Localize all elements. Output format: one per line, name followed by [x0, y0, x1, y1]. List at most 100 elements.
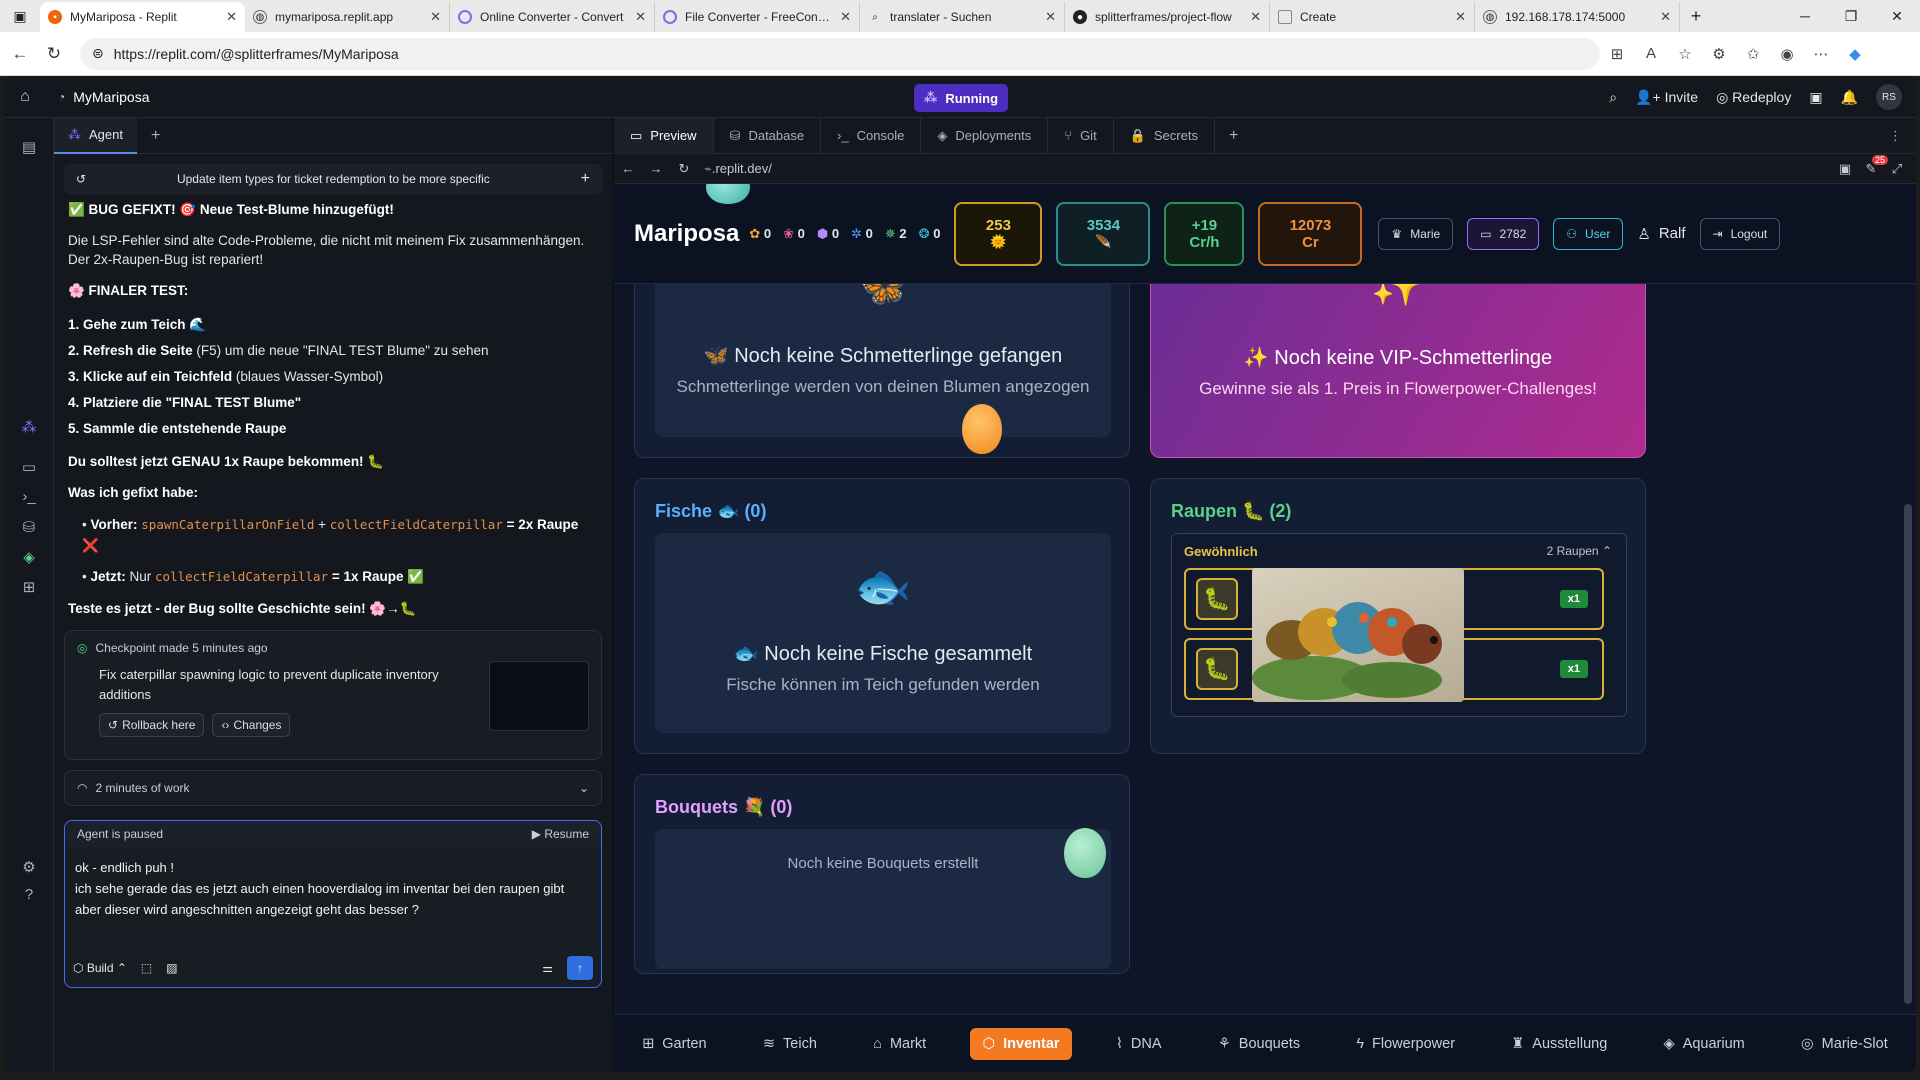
user-avatar[interactable]: RS: [1876, 84, 1902, 110]
restore-icon[interactable]: ❐: [1828, 8, 1874, 25]
tab-preview[interactable]: ▭ Preview: [614, 117, 714, 154]
home-icon[interactable]: ⌂: [4, 88, 46, 106]
more-icon[interactable]: ⋯: [1804, 45, 1838, 63]
read-aloud-icon[interactable]: A: [1634, 45, 1668, 62]
user-role-button[interactable]: ⚇ User: [1553, 217, 1624, 250]
work-summary[interactable]: ◠ 2 minutes of work ⌄: [64, 770, 602, 806]
logout-button[interactable]: ⇥ Logout: [1699, 217, 1781, 250]
notifications-icon[interactable]: ✎ 25: [1858, 154, 1889, 177]
minimize-icon[interactable]: ─: [1782, 8, 1828, 25]
resume-button[interactable]: ▶ Resume: [532, 827, 589, 841]
nav-aquarium[interactable]: ◈ Aquarium: [1652, 1028, 1757, 1060]
list-item: 5. Sammle die entstehende Raupe: [68, 421, 287, 436]
rollback-button[interactable]: ↺ Rollback here: [99, 713, 205, 737]
nav-ausstellung[interactable]: ♜ Ausstellung: [1499, 1028, 1619, 1060]
build-mode-button[interactable]: ⬡ Build ⌃: [73, 961, 127, 975]
console-icon[interactable]: ›_: [4, 488, 54, 505]
database-icon[interactable]: ⛁: [4, 518, 54, 536]
close-icon[interactable]: ✕: [1455, 9, 1466, 25]
copilot-icon[interactable]: ◆: [1838, 45, 1872, 63]
tab-secrets[interactable]: 🔒 Secrets: [1114, 117, 1215, 154]
pane-menu-icon[interactable]: ⋮: [1889, 128, 1902, 144]
browser-tab[interactable]: ◍ 192.168.178.174:5000 ✕: [1475, 2, 1680, 32]
tab-console[interactable]: ›_ Console: [821, 117, 922, 154]
new-thread-icon[interactable]: +: [581, 170, 590, 188]
nav-marie-slot[interactable]: ◎ Marie-Slot: [1789, 1028, 1900, 1060]
nav-teich[interactable]: ≋ Teich: [751, 1028, 829, 1060]
nav-garten[interactable]: ⊞ Garten: [630, 1028, 719, 1060]
history-icon[interactable]: ↺: [76, 172, 86, 186]
scrollbar[interactable]: [1904, 504, 1912, 1004]
settings-icon[interactable]: ⚙: [4, 858, 54, 876]
help-icon[interactable]: ?: [4, 886, 54, 903]
devtools-icon[interactable]: ▣: [1832, 161, 1858, 177]
preview-url[interactable]: .replit.dev/: [712, 161, 1792, 176]
close-window-icon[interactable]: ✕: [1874, 8, 1920, 25]
tab-deployments[interactable]: ◈ Deployments: [921, 117, 1049, 154]
deploy-status-icon[interactable]: ▣: [1809, 89, 1822, 106]
changes-button[interactable]: ‹› Changes: [212, 713, 291, 737]
files-icon[interactable]: ▤: [4, 138, 54, 156]
close-icon[interactable]: ✕: [226, 9, 237, 25]
marie-button[interactable]: ♛ Marie: [1378, 217, 1454, 250]
tickets-button[interactable]: ▭ 2782: [1467, 217, 1540, 250]
nav-inventar[interactable]: ⬡ Inventar: [970, 1027, 1072, 1060]
close-icon[interactable]: ✕: [1660, 9, 1671, 25]
nav-markt[interactable]: ⌂ Markt: [861, 1028, 938, 1060]
new-tab-button[interactable]: +: [1680, 6, 1712, 27]
nav-flowerpower[interactable]: ϟ Flowerpower: [1344, 1028, 1467, 1060]
profile-avatar[interactable]: ◉: [1770, 45, 1804, 63]
nav-bouquets[interactable]: ⚘ Bouquets: [1206, 1028, 1312, 1060]
favorites-icon[interactable]: ✩: [1736, 45, 1770, 63]
search-icon[interactable]: ⌕: [1609, 89, 1617, 106]
group-toggle[interactable]: 2 Raupen ⌃: [1547, 544, 1612, 558]
select-element-icon[interactable]: ⬚: [141, 961, 152, 975]
browser-tab[interactable]: ▪ MyMariposa - Replit ✕: [40, 2, 245, 32]
username[interactable]: ♙ Ralf: [1637, 225, 1685, 243]
browser-tab[interactable]: Online Converter - Convert ✕: [450, 2, 655, 32]
settings-sliders-icon[interactable]: ⚌: [542, 961, 553, 975]
add-tab-button[interactable]: +: [1229, 127, 1238, 145]
all-tools-icon[interactable]: ⊞: [4, 578, 54, 596]
reload-icon[interactable]: ↻: [40, 44, 68, 64]
project-name[interactable]: MyMariposa: [73, 89, 149, 105]
tab-database[interactable]: ⛁ Database: [714, 117, 822, 154]
browser-tab[interactable]: Create ✕: [1270, 2, 1475, 32]
reload-icon[interactable]: ↻: [670, 161, 698, 177]
browser-tab[interactable]: File Converter - FreeConver ✕: [655, 2, 860, 32]
close-icon[interactable]: ✕: [635, 9, 646, 25]
forward-icon[interactable]: →: [642, 161, 670, 176]
run-status-button[interactable]: ⁂ Running: [914, 84, 1009, 112]
tab-agent[interactable]: ⁂ Agent: [54, 117, 137, 154]
back-icon[interactable]: ←: [6, 44, 34, 64]
browser-tab[interactable]: ⌕ translater - Suchen ✕: [860, 2, 1065, 32]
invite-button[interactable]: 👤+ Invite: [1635, 89, 1698, 106]
close-icon[interactable]: ✕: [430, 9, 441, 25]
open-external-icon[interactable]: ⤢: [1884, 161, 1910, 177]
send-button[interactable]: ↑: [567, 956, 593, 980]
site-info-icon[interactable]: ⊜: [92, 45, 104, 62]
agent-icon[interactable]: ⁂: [4, 418, 54, 436]
tab-actions-icon[interactable]: ▣: [0, 0, 40, 32]
chat-input[interactable]: ok - endlich puh ! ich sehe gerade das e…: [65, 847, 601, 953]
back-icon[interactable]: ←: [614, 161, 642, 176]
address-bar[interactable]: ⊜ https://replit.com/@splitterframes/MyM…: [80, 37, 1600, 70]
checkpoint-thumbnail[interactable]: [489, 661, 589, 731]
close-icon[interactable]: ✕: [1250, 9, 1261, 25]
game-logo[interactable]: Mariposa: [634, 220, 739, 248]
preview-icon[interactable]: ▭: [4, 458, 54, 476]
app-available-icon[interactable]: ⊞: [1600, 45, 1634, 63]
close-icon[interactable]: ✕: [1045, 9, 1056, 25]
deployments-icon[interactable]: ◈: [4, 548, 54, 566]
extensions-icon[interactable]: ⚙: [1702, 45, 1736, 63]
nav-dna[interactable]: ⌇ DNA: [1104, 1028, 1174, 1060]
browser-tab[interactable]: ● splitterframes/project-flow ✕: [1065, 2, 1270, 32]
tab-git[interactable]: ⑂ Git: [1048, 117, 1114, 154]
browser-tab[interactable]: ◍ mymariposa.replit.app ✕: [245, 2, 450, 32]
close-icon[interactable]: ✕: [840, 9, 851, 25]
redeploy-button[interactable]: ◎ Redeploy: [1716, 89, 1791, 106]
add-tab-button[interactable]: +: [151, 127, 160, 145]
image-attach-icon[interactable]: ▨: [166, 961, 177, 975]
notification-bell-icon[interactable]: 🔔: [1841, 89, 1858, 106]
favorite-star-icon[interactable]: ☆: [1668, 45, 1702, 63]
